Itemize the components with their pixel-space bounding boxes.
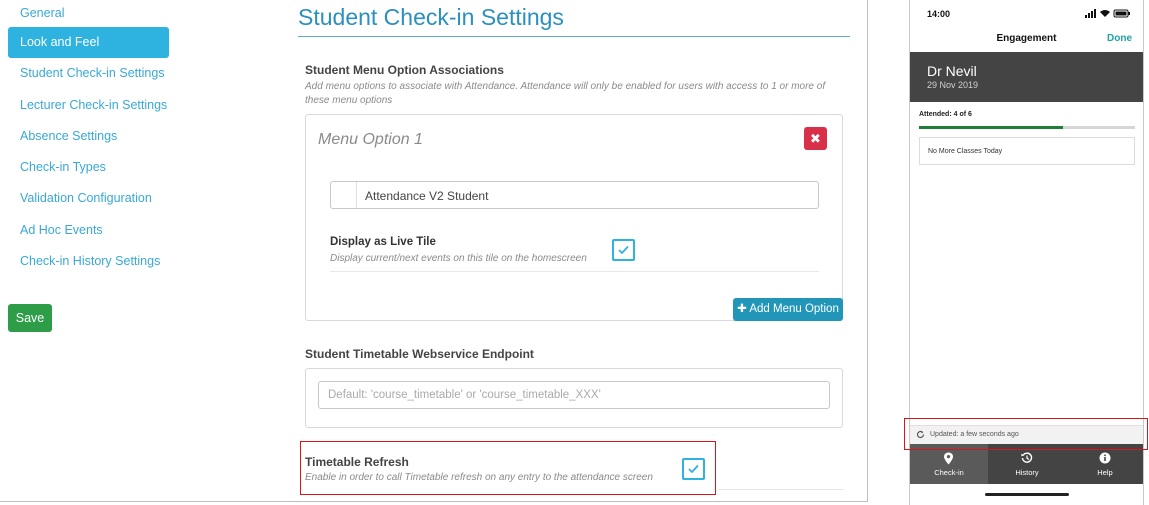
nav-bar: Engagement Done: [910, 28, 1143, 52]
timetable-endpoint-input[interactable]: [318, 381, 830, 409]
live-tile-help: Display current/next events on this tile…: [330, 253, 587, 264]
sidebar-item-lecturer-check-in-settings[interactable]: Lecturer Check-in Settings: [8, 90, 169, 121]
timetable-refresh-checkbox[interactable]: [682, 458, 705, 480]
tab-history-label: History: [1015, 468, 1039, 477]
close-icon: ✖: [810, 131, 821, 146]
menu-option-icon-swatch: [331, 182, 357, 208]
plus-icon: ✚: [737, 303, 750, 315]
status-time: 14:00: [927, 9, 951, 19]
screenshot-composite: General Look and Feel Student Check-in S…: [0, 0, 1149, 505]
timetable-endpoint-title: Student Timetable Webservice Endpoint: [305, 347, 534, 361]
person-name: Dr Nevil: [927, 63, 977, 79]
sidebar-item-check-in-types[interactable]: Check-in Types: [8, 152, 169, 183]
tab-check-in-label: Check-in: [934, 468, 964, 477]
signal-wifi-battery-icon: [1085, 9, 1130, 18]
add-menu-option-button[interactable]: ✚ Add Menu Option: [733, 298, 843, 321]
tab-help[interactable]: Help: [1066, 444, 1143, 484]
history-icon: [1021, 452, 1033, 463]
live-tile-label: Display as Live Tile: [330, 236, 436, 248]
menu-option-selected-value: Attendance V2 Student: [365, 189, 489, 203]
status-icons: [1085, 9, 1131, 20]
sidebar-item-check-in-history-settings[interactable]: Check-in History Settings: [8, 246, 169, 277]
tab-history[interactable]: History: [988, 444, 1066, 484]
tab-bar: Check-in History Help: [910, 444, 1143, 484]
status-bar: 14:00: [910, 0, 1143, 28]
location-pin-icon: [944, 452, 953, 465]
settings-sidebar: General Look and Feel Student Check-in S…: [8, 0, 169, 277]
sidebar-item-look-and-feel[interactable]: Look and Feel: [8, 27, 169, 59]
sidebar-item-general[interactable]: General: [8, 0, 169, 27]
person-date: 29 Nov 2019: [927, 80, 979, 90]
sidebar-item-validation-configuration[interactable]: Validation Configuration: [8, 183, 169, 214]
live-tile-checkbox[interactable]: [612, 239, 635, 261]
section-divider: [718, 489, 844, 490]
checkmark-icon: [688, 464, 699, 474]
remove-menu-option-button[interactable]: ✖: [804, 127, 827, 150]
attendance-progress-fill: [919, 126, 1063, 129]
home-indicator: [985, 493, 1069, 496]
menu-option-panel: Menu Option 1 ✖ Attendance V2 Student Di…: [305, 114, 843, 321]
classes-card: No More Classes Today: [919, 137, 1135, 165]
checkmark-icon: [618, 245, 629, 255]
updated-bar-highlight: [904, 418, 1148, 450]
save-button[interactable]: Save: [8, 304, 52, 332]
add-menu-option-label: Add Menu Option: [749, 303, 839, 315]
tab-check-in[interactable]: Check-in: [910, 444, 988, 484]
sidebar-item-ad-hoc-events[interactable]: Ad Hoc Events: [8, 215, 169, 246]
classes-text: No More Classes Today: [928, 148, 1003, 155]
timetable-endpoint-panel: [305, 368, 843, 428]
menu-option-select[interactable]: Attendance V2 Student: [330, 181, 819, 209]
page-title: Student Check-in Settings: [298, 4, 564, 30]
done-button[interactable]: Done: [1107, 33, 1132, 44]
attendance-progress-bar: [919, 126, 1135, 129]
timetable-refresh-help: Enable in order to call Timetable refres…: [305, 472, 653, 483]
sidebar-item-absence-settings[interactable]: Absence Settings: [8, 121, 169, 152]
attendance-label: Attended: 4 of 6: [919, 111, 972, 118]
menu-associations-help: Add menu options to associate with Atten…: [305, 81, 826, 106]
timetable-refresh-title: Timetable Refresh: [305, 455, 409, 469]
sidebar-item-student-check-in-settings[interactable]: Student Check-in Settings: [8, 58, 169, 89]
menu-associations-title: Student Menu Option Associations: [305, 63, 504, 77]
info-icon: [1099, 452, 1111, 464]
person-header: Dr Nevil 29 Nov 2019: [910, 52, 1143, 102]
tab-help-label: Help: [1097, 468, 1113, 477]
admin-settings-panel: General Look and Feel Student Check-in S…: [0, 0, 868, 502]
menu-option-header: Menu Option 1: [318, 131, 423, 148]
title-divider: [298, 36, 850, 37]
live-tile-divider: [330, 271, 819, 272]
